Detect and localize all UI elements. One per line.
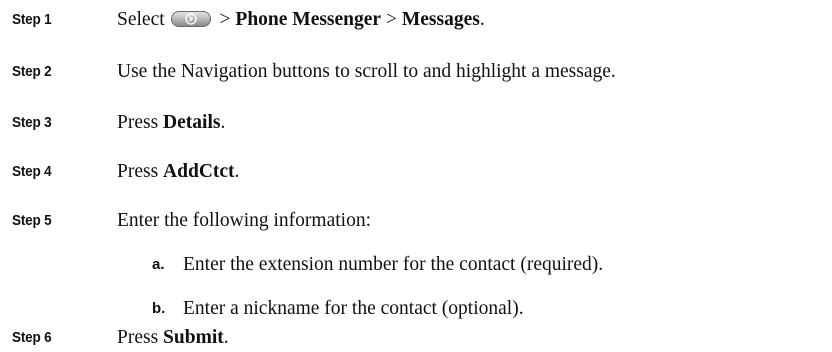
step-separator: >	[381, 9, 402, 30]
step-separator: >	[214, 9, 236, 30]
substep-text: Enter the extension number for the conta…	[183, 254, 604, 275]
step-label: Step 5	[12, 212, 52, 229]
softkey-details: Details	[163, 112, 221, 133]
step-suffix: .	[220, 112, 226, 133]
softkey-submit: Submit	[163, 327, 224, 348]
substep-text: Enter a nickname for the contact (option…	[183, 298, 524, 319]
step-text: Use the Navigation buttons to scroll to …	[117, 61, 616, 82]
step-label: Step 2	[12, 63, 52, 80]
step-prefix: Press	[117, 327, 164, 348]
step-label: Step 6	[12, 329, 52, 346]
step-text: Select > Phone Messenger > Messages.	[117, 8, 485, 32]
substep-letter: a.	[152, 256, 165, 273]
step-text: Press AddCtct.	[117, 160, 239, 184]
step-suffix: .	[223, 327, 229, 348]
step-prefix: Select	[117, 9, 165, 30]
step-text: Enter the following information:	[117, 210, 371, 231]
step-prefix: Press	[117, 112, 164, 133]
substep-letter: b.	[152, 300, 166, 317]
menu-item-phone-messenger: Phone Messenger	[235, 9, 382, 30]
step-label: Step 4	[12, 163, 52, 180]
step-text: Press Submit.	[117, 326, 229, 350]
procedure-steps: Step 1 Select > Phone Messenger > Messag…	[0, 0, 832, 352]
step-suffix: .	[479, 9, 485, 30]
settings-button-icon	[170, 10, 211, 27]
step-label: Step 3	[12, 114, 52, 131]
softkey-addctct: AddCtct	[163, 161, 235, 182]
menu-item-messages: Messages	[401, 9, 480, 30]
step-text: Press Details.	[117, 111, 225, 135]
step-suffix: .	[234, 161, 240, 182]
step-prefix: Press	[117, 161, 164, 182]
step-label: Step 1	[12, 11, 52, 28]
